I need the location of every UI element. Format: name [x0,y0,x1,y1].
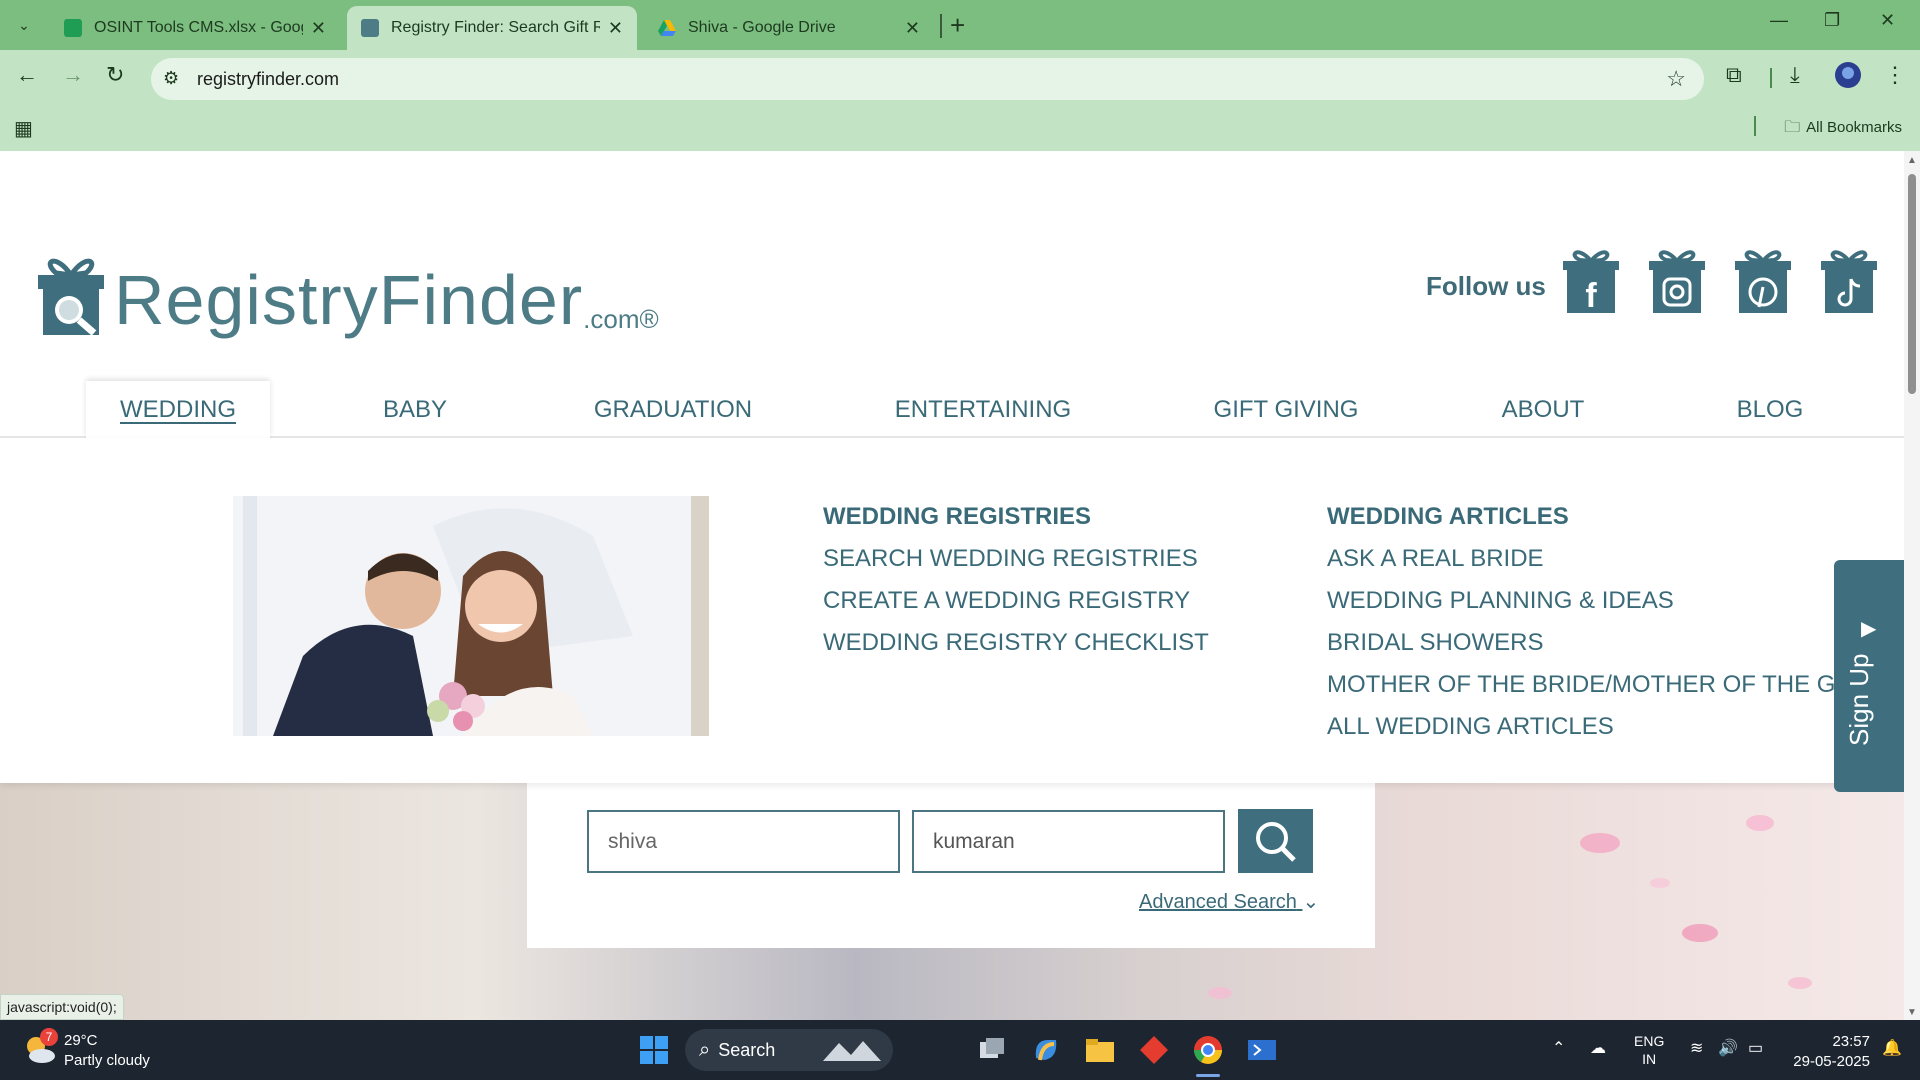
url-text[interactable]: registryfinder.com [197,69,339,90]
onedrive-icon[interactable]: ☁ [1590,1038,1606,1058]
scroll-up-icon[interactable]: ▲ [1907,155,1917,166]
registry-gift-icon [361,19,379,37]
bookmarks-bar: ▦ 🗀 All Bookmarks [0,102,1920,151]
extensions-icon[interactable]: ⧉ [1726,62,1742,88]
toolbar: ← → ↻ ⚙ registryfinder.com ☆ ⧉ ⤓ ⋮ [0,50,1920,102]
web-page: RegistryFinder .com® Follow us f WEDDING… [0,151,1904,1020]
powershell-icon[interactable] [1246,1034,1278,1066]
search-highlight-icon [823,1041,881,1061]
nav-about[interactable]: ABOUT [1488,381,1598,438]
menu-wedding-registries[interactable]: WEDDING REGISTRIES [823,496,1209,538]
first-name-input[interactable]: shiva [587,810,900,873]
menu-wedding-articles[interactable]: WEDDING ARTICLES [1327,496,1904,538]
windows-start-icon[interactable] [638,1034,670,1066]
menu-wedding-registry-checklist[interactable]: WEDDING REGISTRY CHECKLIST [823,622,1209,664]
minimize-button[interactable]: — [1770,10,1788,31]
menu-mother-of-bride-groom[interactable]: MOTHER OF THE BRIDE/MOTHER OF THE GROOM [1327,664,1904,706]
menu-wedding-planning-ideas[interactable]: WEDDING PLANNING & IDEAS [1327,580,1904,622]
browser-chrome: ⌄ OSINT Tools CMS.xlsx - Google ✕ Regist… [0,0,1920,151]
notifications-icon[interactable]: 🔔 [1882,1038,1902,1058]
address-bar[interactable]: ⚙ registryfinder.com ☆ [151,58,1704,100]
file-explorer-icon[interactable] [1084,1034,1116,1066]
folder-icon: 🗀 [1784,119,1801,136]
menu-kebab-icon[interactable]: ⋮ [1884,62,1906,88]
menu-create-wedding-registry[interactable]: CREATE A WEDDING REGISTRY [823,580,1209,622]
site-logo[interactable]: RegistryFinder .com® [36,235,659,335]
gift-magnifier-icon [38,258,104,335]
volume-icon[interactable]: 🔊 [1718,1038,1738,1058]
nav-gift-giving[interactable]: GIFT GIVING [1206,381,1366,438]
play-arrow-icon: ▶ [1861,618,1877,640]
advanced-search-link[interactable]: Advanced Search ⌄ [1139,889,1319,914]
new-tab-button[interactable]: + [950,10,965,41]
scroll-down-icon[interactable]: ▼ [1907,1007,1917,1018]
sign-up-tab[interactable]: ▶ Sign Up [1834,560,1904,792]
wedding-registries-column: WEDDING REGISTRIES SEARCH WEDDING REGIST… [823,496,1209,664]
profile-avatar[interactable] [1835,62,1861,88]
all-bookmarks-button[interactable]: 🗀 All Bookmarks [1784,116,1902,143]
scrollbar-thumb[interactable] [1908,174,1916,394]
close-window-button[interactable]: ✕ [1880,10,1895,31]
back-icon[interactable]: ← [16,62,38,88]
nav-entertaining[interactable]: ENTERTAINING [880,381,1086,438]
reload-icon[interactable]: ↻ [106,62,124,88]
page-scrollbar[interactable]: ▲ ▼ [1904,151,1920,1020]
restore-button[interactable]: ❐ [1824,10,1840,31]
site-info-icon[interactable]: ⚙ [163,68,179,89]
tab-registry-finder[interactable]: Registry Finder: Search Gift Reg ✕ [347,6,637,50]
system-clock[interactable]: 23:57 29-05-2025 [1793,1032,1870,1072]
apps-grid-icon[interactable]: ▦ [14,116,33,141]
wedding-mega-menu: WEDDING REGISTRIES SEARCH WEDDING REGIST… [0,438,1904,783]
tab-osint-sheet[interactable]: OSINT Tools CMS.xlsx - Google ✕ [50,6,340,50]
follow-us-label: Follow us [1426,271,1546,301]
chevron-down-icon: ⌄ [1302,891,1320,913]
tab-search-icon[interactable]: ⌄ [12,13,36,37]
search-icon: ⌕ [699,1038,711,1061]
pinterest-icon[interactable] [1734,249,1792,313]
menu-all-wedding-articles[interactable]: ALL WEDDING ARTICLES [1327,706,1904,748]
last-name-input[interactable]: kumaran [912,810,1225,873]
google-drive-icon [658,20,676,36]
nav-wedding[interactable]: WEDDING [86,381,270,438]
menu-bridal-showers[interactable]: BRIDAL SHOWERS [1327,622,1904,664]
taskbar-search[interactable]: ⌕ Search [685,1029,893,1071]
tab-google-drive[interactable]: Shiva - Google Drive ✕ [644,6,934,50]
bookmark-star-icon[interactable]: ☆ [1666,66,1686,92]
close-tab-icon[interactable]: ✕ [608,18,623,39]
search-button[interactable] [1238,809,1313,873]
registry-search-panel: shiva kumaran Advanced Search ⌄ [527,783,1375,948]
facebook-icon[interactable]: f [1562,249,1620,313]
close-tab-icon[interactable]: ✕ [905,18,920,39]
nav-baby[interactable]: BABY [350,381,480,438]
main-nav: WEDDING BABY GRADUATION ENTERTAINING GIF… [0,381,1904,438]
windows-taskbar: 7 29°C Partly cloudy ⌕ Search ⌃ ☁ ENG IN… [0,1020,1920,1080]
copilot-icon[interactable] [1030,1034,1062,1066]
chrome-icon[interactable] [1192,1034,1224,1066]
couple-photo [233,496,709,736]
language-indicator[interactable]: ENG IN [1634,1032,1664,1068]
close-tab-icon[interactable]: ✕ [311,18,326,39]
task-view-icon[interactable] [976,1034,1008,1066]
forward-icon[interactable]: → [62,62,84,88]
menu-search-wedding-registries[interactable]: SEARCH WEDDING REGISTRIES [823,538,1209,580]
wedding-articles-column: WEDDING ARTICLES ASK A REAL BRIDE WEDDIN… [1327,496,1904,748]
battery-icon[interactable]: ▭ [1748,1038,1763,1058]
show-hidden-icons[interactable]: ⌃ [1552,1038,1565,1058]
red-diamond-app-icon[interactable] [1138,1034,1170,1066]
link-status-bar: javascript:void(0); [0,994,124,1020]
wifi-icon[interactable]: ≋ [1690,1038,1703,1058]
downloads-icon[interactable]: ⤓ [1790,62,1800,88]
svg-text:f: f [1585,277,1597,313]
instagram-icon[interactable] [1648,249,1706,313]
tiktok-icon[interactable] [1820,249,1878,313]
wedding-couple-image [233,496,709,736]
tab-strip: ⌄ OSINT Tools CMS.xlsx - Google ✕ Regist… [0,0,1920,50]
nav-blog[interactable]: BLOG [1720,381,1820,438]
menu-ask-a-real-bride[interactable]: ASK A REAL BRIDE [1327,538,1904,580]
search-icon [1256,822,1296,862]
sheets-icon [64,19,82,37]
nav-graduation[interactable]: GRADUATION [578,381,768,438]
